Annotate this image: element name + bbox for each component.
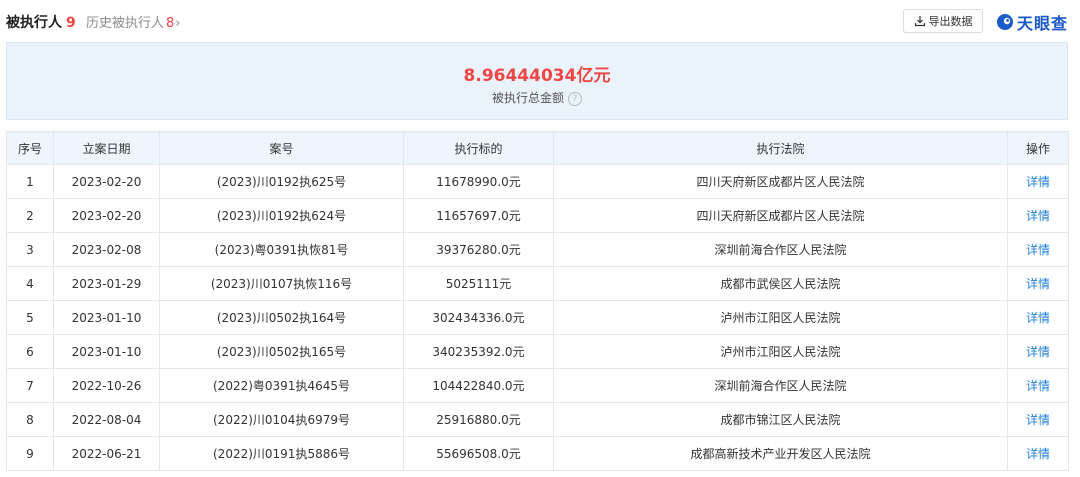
logo-text: 天眼查 — [1017, 14, 1069, 33]
table-row: 2 2023-02-20 (2023)川0192执624号 11657697.0… — [6, 198, 1069, 233]
table-row: 9 2022-06-21 (2022)川0191执5886号 55696508.… — [6, 436, 1069, 471]
details-link[interactable]: 详情 — [1007, 232, 1069, 267]
cell-court: 泸州市江阳区人民法院 — [553, 334, 1008, 369]
cell-date: 2022-08-04 — [53, 402, 160, 437]
cell-amount: 11657697.0元 — [403, 198, 554, 233]
cell-case-no: (2023)川0502执164号 — [159, 300, 404, 335]
cell-court: 成都市武侯区人民法院 — [553, 266, 1008, 301]
export-data-label: 导出数据 — [928, 15, 973, 28]
cell-no: 3 — [6, 232, 54, 267]
tab-history-executed-persons[interactable]: 历史被执行人 8› — [86, 12, 181, 31]
table-row: 8 2022-08-04 (2022)川0104执6979号 25916880.… — [6, 402, 1069, 437]
cell-court: 深圳前海合作区人民法院 — [553, 232, 1008, 267]
cell-date: 2023-02-20 — [53, 198, 160, 233]
tab-executed-persons-label: 被执行人 — [6, 15, 62, 31]
column-header-date: 立案日期 — [53, 131, 160, 165]
cell-date: 2022-10-26 — [53, 368, 160, 403]
cell-case-no: (2023)川0192执624号 — [159, 198, 404, 233]
cell-court: 四川天府新区成都片区人民法院 — [553, 164, 1008, 199]
cell-date: 2023-01-29 — [53, 266, 160, 301]
cell-case-no: (2023)粤0391执恢81号 — [159, 232, 404, 267]
table-row: 1 2023-02-20 (2023)川0192执625号 11678990.0… — [6, 164, 1069, 199]
column-header-action: 操作 — [1007, 131, 1069, 165]
cell-amount: 39376280.0元 — [403, 232, 554, 267]
total-amount-value: 8.96444034亿元 — [463, 66, 611, 86]
cell-case-no: (2022)粤0391执4645号 — [159, 368, 404, 403]
details-link[interactable]: 详情 — [1007, 402, 1069, 437]
details-link[interactable]: 详情 — [1007, 334, 1069, 369]
tab-history-label: 历史被执行人 — [86, 16, 165, 31]
chevron-right-icon: › — [175, 16, 181, 31]
table-row: 4 2023-01-29 (2023)川0107执恢116号 5025111元 … — [6, 266, 1069, 301]
column-header-court: 执行法院 — [553, 131, 1008, 165]
cell-amount: 11678990.0元 — [403, 164, 554, 199]
cell-amount: 55696508.0元 — [403, 436, 554, 471]
details-link[interactable]: 详情 — [1007, 164, 1069, 199]
cell-date: 2022-06-21 — [53, 436, 160, 471]
cell-amount: 25916880.0元 — [403, 402, 554, 437]
cell-amount: 5025111元 — [403, 266, 554, 301]
tab-history-count: 8 — [166, 16, 175, 31]
cell-date: 2023-02-08 — [53, 232, 160, 267]
cell-no: 2 — [6, 198, 54, 233]
cell-case-no: (2022)川0191执5886号 — [159, 436, 404, 471]
tab-executed-persons-count: 9 — [66, 15, 76, 31]
cell-no: 7 — [6, 368, 54, 403]
cell-amount: 104422840.0元 — [403, 368, 554, 403]
cell-date: 2023-02-20 — [53, 164, 160, 199]
cell-case-no: (2023)川0107执恢116号 — [159, 266, 404, 301]
cell-no: 9 — [6, 436, 54, 471]
cell-date: 2023-01-10 — [53, 300, 160, 335]
column-header-case-no: 案号 — [159, 131, 404, 165]
header-bar: 被执行人 9 历史被执行人 8› 导出数据 天眼查 — [0, 0, 1080, 42]
details-link[interactable]: 详情 — [1007, 300, 1069, 335]
cell-case-no: (2023)川0192执625号 — [159, 164, 404, 199]
summary-panel: 8.96444034亿元 被执行总金额? — [6, 42, 1068, 120]
column-header-no: 序号 — [6, 131, 54, 165]
table-row: 7 2022-10-26 (2022)粤0391执4645号 104422840… — [6, 368, 1069, 403]
cell-case-no: (2022)川0104执6979号 — [159, 402, 404, 437]
table-row: 5 2023-01-10 (2023)川0502执164号 302434336.… — [6, 300, 1069, 335]
download-icon — [914, 16, 925, 27]
table-row: 3 2023-02-08 (2023)粤0391执恢81号 39376280.0… — [6, 232, 1069, 267]
cell-no: 5 — [6, 300, 54, 335]
table-header-row: 序号 立案日期 案号 执行标的 执行法院 操作 — [6, 131, 1069, 165]
logo-eye-icon — [997, 14, 1013, 30]
total-amount-caption: 被执行总金额? — [7, 89, 1067, 106]
table-row: 6 2023-01-10 (2023)川0502执165号 340235392.… — [6, 334, 1069, 369]
cell-no: 6 — [6, 334, 54, 369]
cell-date: 2023-01-10 — [53, 334, 160, 369]
cell-court: 成都高新技术产业开发区人民法院 — [553, 436, 1008, 471]
details-link[interactable]: 详情 — [1007, 198, 1069, 233]
cell-court: 四川天府新区成都片区人民法院 — [553, 198, 1008, 233]
cell-amount: 340235392.0元 — [403, 334, 554, 369]
tianyancha-logo: 天眼查 — [996, 10, 1068, 34]
details-link[interactable]: 详情 — [1007, 266, 1069, 301]
cell-no: 4 — [6, 266, 54, 301]
details-link[interactable]: 详情 — [1007, 436, 1069, 471]
tab-executed-persons[interactable]: 被执行人 9 — [6, 12, 76, 32]
column-header-amount: 执行标的 — [403, 131, 554, 165]
cell-court: 泸州市江阳区人民法院 — [553, 300, 1008, 335]
executed-records-table: 序号 立案日期 案号 执行标的 执行法院 操作 1 2023-02-20 (20… — [6, 131, 1069, 471]
cell-case-no: (2023)川0502执165号 — [159, 334, 404, 369]
details-link[interactable]: 详情 — [1007, 368, 1069, 403]
cell-court: 深圳前海合作区人民法院 — [553, 368, 1008, 403]
help-icon[interactable]: ? — [568, 91, 582, 106]
cell-no: 8 — [6, 402, 54, 437]
total-amount-label: 被执行总金额 — [491, 91, 564, 105]
export-data-button[interactable]: 导出数据 — [903, 9, 983, 33]
cell-court: 成都市锦江区人民法院 — [553, 402, 1008, 437]
cell-no: 1 — [6, 164, 54, 199]
cell-amount: 302434336.0元 — [403, 300, 554, 335]
